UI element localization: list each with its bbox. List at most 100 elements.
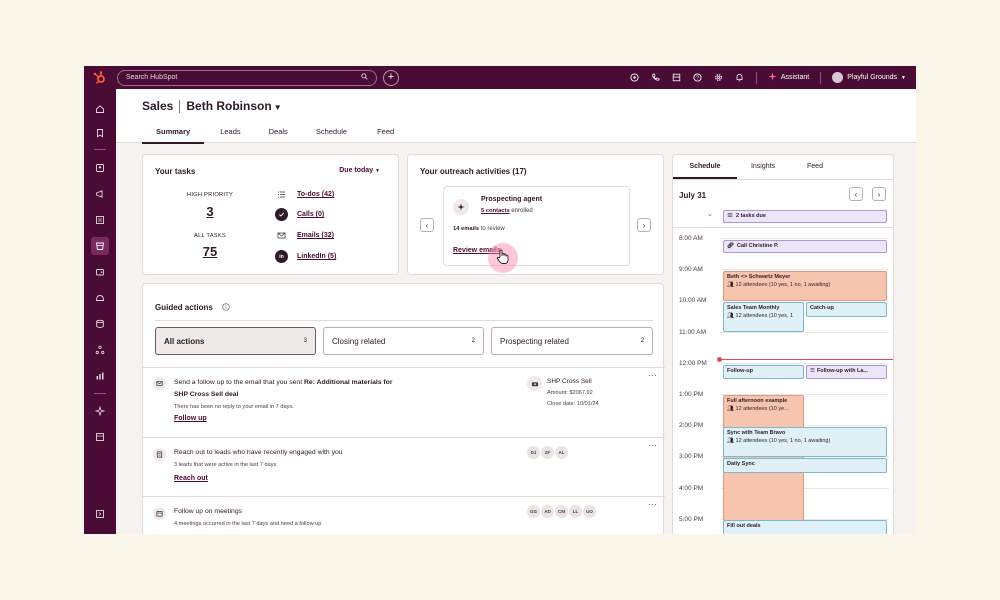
attendees-icon: 👥︎ — [727, 437, 734, 444]
tab-insights[interactable]: Insights — [737, 155, 789, 179]
filter-closing-related[interactable]: Closing related 2 — [323, 327, 484, 355]
ai-sparkle-icon[interactable] — [91, 402, 109, 420]
avatar[interactable]: LL — [569, 505, 582, 518]
content-icon[interactable] — [91, 211, 109, 229]
guided-actions-card: Guided actions All actions 3 Closing rel… — [142, 283, 665, 534]
user-selector[interactable]: Beth Robinson ▼ — [186, 99, 281, 113]
task-item-todos[interactable]: To-dos (42) — [275, 188, 334, 201]
home-icon[interactable] — [91, 100, 109, 118]
tab-summary[interactable]: Summary — [142, 127, 205, 144]
event-follow-up-la[interactable]: ☰ Follow-up with La... — [806, 365, 887, 379]
more-options-icon[interactable]: ··· — [648, 370, 657, 380]
tab-feed[interactable]: Feed — [361, 127, 408, 144]
avatar[interactable]: ZF — [541, 446, 554, 459]
chevron-right-icon: › — [642, 220, 646, 230]
event-sales-monthly[interactable]: Sales Team Monthly 👥︎ 12 attendees (10 ye… — [723, 302, 804, 332]
due-today-dropdown[interactable]: Due today ▼ — [339, 167, 380, 174]
deal-amount: Amount: $2067.92 — [547, 390, 593, 396]
prev-day-button[interactable]: ‹ — [849, 187, 863, 201]
linkedin-icon: in — [275, 250, 288, 263]
filter-all-actions[interactable]: All actions 3 — [155, 327, 316, 355]
data-icon[interactable] — [91, 315, 109, 333]
avatar[interactable]: GG — [527, 505, 540, 518]
event-daily-sync[interactable]: Daily Sync — [723, 458, 887, 473]
follow-up-link[interactable]: Follow up — [174, 415, 207, 422]
assistant-button[interactable]: Assistant — [768, 72, 809, 83]
tab-leads[interactable]: Leads — [204, 127, 254, 144]
event-beth-meeting[interactable]: Beth <> Schwartz Meyer 👥︎ 12 attendees (1… — [723, 271, 887, 301]
marketing-icon[interactable] — [91, 185, 109, 203]
guided-action-item: Follow up on meetings 4 meetings occurre… — [143, 497, 665, 534]
reach-out-link[interactable]: Reach out — [174, 475, 208, 482]
tab-feed-panel[interactable]: Feed — [789, 155, 841, 179]
contacts-link[interactable]: 5 contacts — [481, 208, 510, 214]
enrolled-text: enrolled — [511, 208, 533, 214]
service-icon[interactable] — [91, 289, 109, 307]
deal-icon — [527, 376, 542, 391]
email-icon — [275, 229, 288, 242]
settings-icon[interactable] — [714, 73, 724, 83]
next-arrow-button[interactable]: › — [637, 218, 651, 232]
tab-schedule-panel[interactable]: Schedule — [673, 155, 737, 179]
tab-deals[interactable]: Deals — [255, 127, 302, 144]
store-icon[interactable] — [672, 73, 682, 83]
todo-icon: ☰ — [810, 368, 815, 375]
event-follow-up[interactable]: Follow-up — [723, 365, 804, 379]
search-input[interactable]: Search HubSpot — [117, 69, 377, 86]
commerce-icon[interactable] — [91, 263, 109, 281]
task-item-emails[interactable]: Emails (32) — [275, 229, 334, 242]
filter-count: 3 — [303, 338, 307, 344]
time-label: 11:00 AM — [679, 328, 706, 336]
account-menu[interactable]: Playful Grounds ▼ — [832, 72, 906, 83]
avatar[interactable]: AD — [541, 505, 554, 518]
sales-icon[interactable] — [91, 237, 109, 255]
high-priority-count[interactable]: 3 — [165, 204, 255, 219]
task-item-linkedin[interactable]: in LinkedIn (5) — [275, 250, 336, 263]
todo-icon — [727, 212, 733, 222]
bookmark-icon[interactable] — [91, 124, 109, 142]
automation-icon[interactable] — [91, 341, 109, 359]
link-icon: 🔗︎ — [727, 242, 734, 249]
linkedin-link: LinkedIn (5) — [297, 253, 337, 260]
avatar[interactable]: UO — [583, 505, 596, 518]
action-text: Send a follow up to the email that you s… — [174, 379, 304, 386]
info-icon[interactable] — [222, 298, 230, 316]
tab-schedule[interactable]: Schedule — [302, 127, 361, 144]
tasks-due-banner[interactable]: 2 tasks due — [723, 210, 887, 223]
contacts-icon[interactable] — [91, 159, 109, 177]
filter-prospecting-related[interactable]: Prospecting related 2 — [491, 327, 653, 355]
tasks-title: Your tasks — [155, 167, 196, 176]
hubspot-logo-icon[interactable] — [84, 70, 116, 85]
phone-icon[interactable] — [651, 73, 661, 83]
avatar[interactable]: DJ — [527, 446, 540, 459]
deal-title[interactable]: SHP Cross Sell — [547, 378, 592, 385]
avatar[interactable]: CM — [555, 505, 568, 518]
marketplace-icon[interactable] — [630, 73, 640, 83]
action-title: Follow up on meetings — [174, 508, 243, 515]
prev-arrow-button[interactable]: ‹ — [420, 218, 434, 232]
task-item-calls[interactable]: Calls (0) — [275, 208, 324, 221]
more-options-icon[interactable]: ··· — [648, 499, 657, 509]
event-catch-up[interactable]: Catch-up — [806, 302, 887, 317]
next-day-button[interactable]: › — [872, 187, 886, 201]
create-button[interactable]: + — [383, 69, 399, 86]
apps-icon[interactable] — [91, 428, 109, 446]
event-fill-out-deals[interactable]: Fill out deals — [723, 520, 887, 534]
document-icon — [153, 448, 166, 461]
event-call[interactable]: 🔗︎ Call Christine P. — [723, 240, 887, 253]
collapse-nav-icon[interactable] — [91, 505, 109, 523]
guided-actions-title: Guided actions — [155, 302, 213, 312]
event-attendees: 12 attendees (10 yes, 1 — [735, 312, 793, 319]
event-title: Sales Team Monthly — [727, 305, 780, 311]
notifications-icon[interactable] — [735, 73, 745, 83]
all-tasks-count[interactable]: 75 — [165, 244, 255, 259]
to-review-text: to review — [480, 226, 505, 232]
help-icon[interactable]: ? — [693, 73, 703, 83]
expand-chevron-icon[interactable]: ⌄ — [707, 210, 713, 218]
more-options-icon[interactable]: ··· — [648, 440, 657, 450]
filter-count: 2 — [471, 338, 475, 344]
reporting-icon[interactable] — [91, 367, 109, 385]
event-sync-bravo[interactable]: Sync with Team Bravo 👥︎ 12 attendees (10 … — [723, 427, 887, 457]
deal-close-date: Close date: 10/01/24 — [547, 401, 599, 407]
avatar[interactable]: AL — [555, 446, 568, 459]
